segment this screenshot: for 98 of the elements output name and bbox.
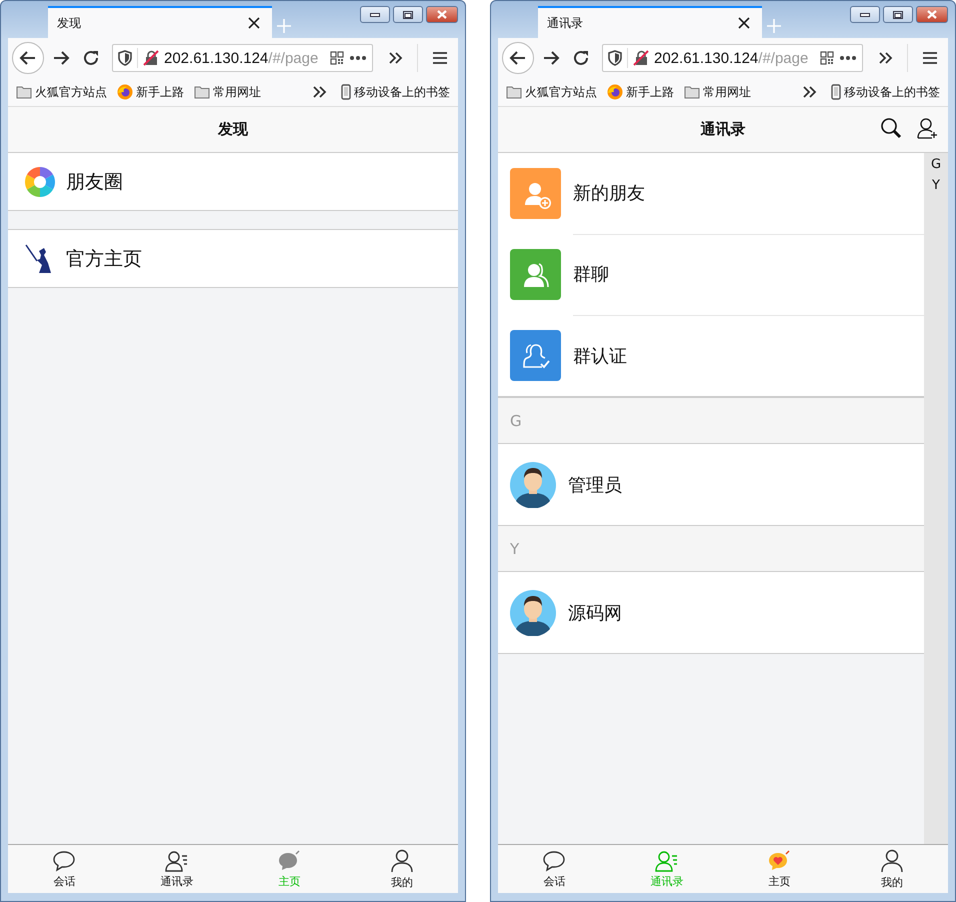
index-letter[interactable]: Y bbox=[932, 178, 940, 193]
forward-icon bbox=[542, 49, 560, 67]
more-icon bbox=[839, 55, 857, 61]
back-button[interactable] bbox=[12, 42, 44, 74]
bookmark-link[interactable]: 火狐官方站点 bbox=[525, 84, 597, 100]
back-button[interactable] bbox=[502, 42, 534, 74]
reload-icon bbox=[572, 49, 590, 67]
folder-icon bbox=[684, 85, 700, 99]
bookmark-folder[interactable]: 移动设备上的书签 bbox=[844, 84, 940, 100]
more-icon bbox=[349, 55, 367, 61]
section-letter: G bbox=[510, 412, 522, 430]
chevron-icon bbox=[313, 86, 327, 98]
avatar-icon bbox=[510, 462, 556, 508]
search-icon bbox=[880, 117, 902, 139]
close-icon bbox=[248, 17, 260, 29]
insecure-lock-icon bbox=[143, 50, 159, 66]
bookmark-link[interactable]: 新手上路 bbox=[136, 84, 184, 100]
address-bar[interactable]: 202.61.130.124/#/page bbox=[602, 44, 863, 72]
contact-item[interactable]: 源码网 bbox=[498, 572, 924, 654]
person-icon bbox=[880, 848, 904, 872]
chevron-icon bbox=[389, 52, 403, 64]
contact-name: 源码网 bbox=[568, 602, 622, 624]
folder-icon bbox=[506, 85, 522, 99]
chat-bubble-icon bbox=[542, 850, 566, 872]
maximize-icon bbox=[403, 10, 413, 18]
search-button[interactable] bbox=[880, 117, 902, 139]
phone-icon bbox=[341, 84, 351, 100]
index-letter[interactable]: G bbox=[930, 157, 942, 172]
close-window-button[interactable] bbox=[426, 6, 458, 23]
tab-bar-item[interactable]: 会话 bbox=[8, 845, 120, 893]
chevron-icon bbox=[879, 52, 893, 64]
close-window-button[interactable] bbox=[916, 6, 948, 23]
qr-code-icon bbox=[820, 51, 834, 65]
speech-bubble-icon bbox=[277, 850, 302, 872]
plus-icon bbox=[276, 18, 292, 34]
maximize-icon bbox=[893, 10, 903, 18]
close-icon bbox=[437, 10, 447, 19]
back-icon bbox=[509, 49, 527, 67]
contact-item[interactable]: 管理员 bbox=[498, 444, 924, 526]
list-item[interactable]: 群聊 bbox=[498, 234, 924, 315]
browser-tab[interactable]: 通讯录 bbox=[538, 6, 762, 38]
url-text: 202.61.130.124/#/page bbox=[654, 50, 810, 66]
avatar-icon bbox=[510, 590, 556, 636]
forward-icon bbox=[52, 49, 70, 67]
add-user-icon bbox=[916, 117, 938, 139]
insecure-lock-icon bbox=[633, 50, 649, 66]
contacts-icon bbox=[654, 850, 679, 872]
minimize-icon bbox=[860, 12, 870, 16]
reload-icon bbox=[82, 49, 100, 67]
folder-icon bbox=[194, 85, 210, 99]
close-icon bbox=[738, 17, 750, 29]
page-title: 通讯录 bbox=[700, 120, 746, 139]
person-icon bbox=[390, 848, 414, 872]
minimize-button[interactable] bbox=[360, 6, 390, 23]
tab-bar-item[interactable]: 我的 bbox=[836, 845, 948, 893]
list-item[interactable]: 朋友圈 bbox=[8, 153, 458, 210]
tab-bar-item[interactable]: 我的 bbox=[346, 845, 458, 893]
tab-bar-item[interactable]: 主页 bbox=[723, 845, 836, 893]
firefox-icon bbox=[117, 84, 133, 100]
url-text: 202.61.130.124/#/page bbox=[164, 50, 320, 66]
tab-title: 发现 bbox=[57, 14, 81, 32]
chat-bubble-icon bbox=[52, 850, 76, 872]
page-title: 发现 bbox=[218, 120, 248, 139]
list-item[interactable]: 官方主页 bbox=[8, 230, 458, 287]
heart-bubble-icon bbox=[767, 850, 792, 872]
address-bar[interactable]: 202.61.130.124/#/page bbox=[112, 44, 373, 72]
plus-icon bbox=[766, 18, 782, 34]
menu-icon bbox=[922, 51, 938, 65]
shield-icon bbox=[608, 50, 622, 66]
contacts-icon bbox=[164, 850, 189, 872]
list-item[interactable]: 群认证 bbox=[498, 315, 924, 396]
aperture-icon bbox=[24, 166, 56, 198]
maximize-button[interactable] bbox=[393, 6, 423, 23]
add-user-button[interactable] bbox=[916, 117, 938, 139]
minimize-button[interactable] bbox=[850, 6, 880, 23]
bookmark-link[interactable]: 火狐官方站点 bbox=[35, 84, 107, 100]
tab-bar-item[interactable]: 通讯录 bbox=[120, 845, 233, 893]
maximize-button[interactable] bbox=[883, 6, 913, 23]
browser-tab[interactable]: 发现 bbox=[48, 6, 272, 38]
qr-code-icon bbox=[330, 51, 344, 65]
phone-icon bbox=[831, 84, 841, 100]
bookmark-link[interactable]: 常用网址 bbox=[703, 84, 751, 100]
contact-name: 管理员 bbox=[568, 474, 622, 496]
bookmark-link[interactable]: 新手上路 bbox=[626, 84, 674, 100]
firefox-icon bbox=[607, 84, 623, 100]
shield-icon bbox=[118, 50, 132, 66]
tab-bar-item[interactable]: 会话 bbox=[498, 845, 610, 893]
section-letter: Y bbox=[510, 540, 520, 558]
chevron-icon bbox=[803, 86, 817, 98]
close-icon bbox=[927, 10, 937, 19]
bookmark-folder[interactable]: 移动设备上的书签 bbox=[354, 84, 450, 100]
minimize-icon bbox=[370, 12, 380, 16]
back-icon bbox=[19, 49, 37, 67]
tab-title: 通讯录 bbox=[547, 14, 583, 32]
bookmark-link[interactable]: 常用网址 bbox=[213, 84, 261, 100]
list-item[interactable]: 新的朋友 bbox=[498, 153, 924, 234]
menu-icon bbox=[432, 51, 448, 65]
folder-icon bbox=[16, 85, 32, 99]
